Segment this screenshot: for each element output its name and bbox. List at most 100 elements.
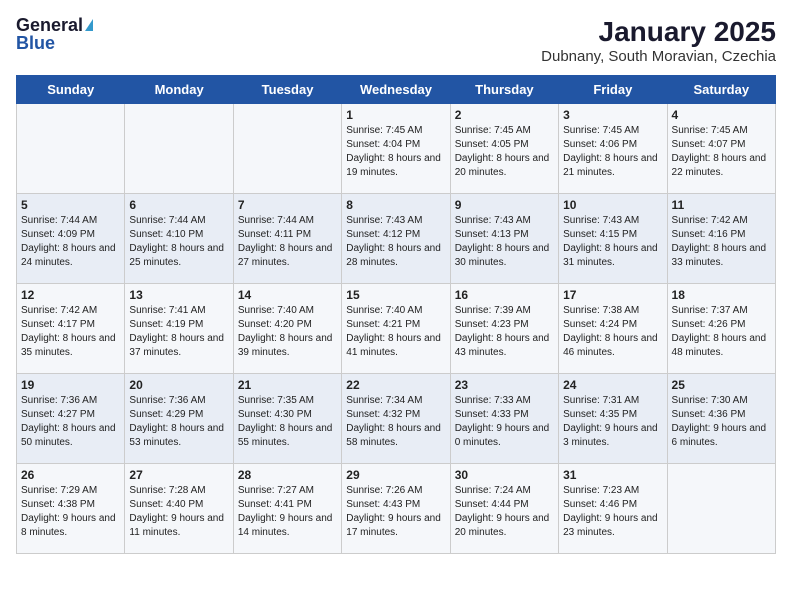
day-header-wednesday: Wednesday xyxy=(342,76,450,104)
calendar-cell: 14 Sunrise: 7:40 AMSunset: 4:20 PMDayligh… xyxy=(233,284,341,374)
calendar-cell xyxy=(125,104,233,194)
day-number: 2 xyxy=(455,108,554,122)
logo-general-text: General xyxy=(16,16,83,34)
day-number: 16 xyxy=(455,288,554,302)
day-number: 12 xyxy=(21,288,120,302)
calendar-cell: 29Sunrise: 7:26 AMSunset: 4:43 PMDayligh… xyxy=(342,464,450,554)
week-row-1: 1 Sunrise: 7:45 AMSunset: 4:04 PMDaylight… xyxy=(17,104,776,194)
calendar-cell: 16 Sunrise: 7:39 AMSunset: 4:23 PMDayligh… xyxy=(450,284,558,374)
day-header-thursday: Thursday xyxy=(450,76,558,104)
day-info: Sunrise: 7:42 AMSunset: 4:17 PMDaylight:… xyxy=(21,304,120,360)
week-row-3: 12 Sunrise: 7:42 AMSunset: 4:17 PMDayligh… xyxy=(17,284,776,374)
day-number: 22 xyxy=(346,378,445,392)
day-number: 10 xyxy=(563,198,662,212)
day-info: Sunrise: 7:43 AMSunset: 4:12 PMDaylight:… xyxy=(346,214,445,270)
day-info: Sunrise: 7:34 AMSunset: 4:32 PMDaylight:… xyxy=(346,394,445,450)
page-header: General Blue January 2025 Dubnany, South… xyxy=(16,16,776,65)
day-info: Sunrise: 7:39 AMSunset: 4:23 PMDaylight:… xyxy=(455,304,554,360)
day-number: 19 xyxy=(21,378,120,392)
day-info: Sunrise: 7:38 AMSunset: 4:24 PMDaylight:… xyxy=(563,304,662,360)
logo: General Blue xyxy=(16,16,93,52)
day-number: 26 xyxy=(21,468,120,482)
day-info: Sunrise: 7:40 AMSunset: 4:21 PMDaylight:… xyxy=(346,304,445,360)
calendar-cell: 27 Sunrise: 7:28 AMSunset: 4:40 PMDayligh… xyxy=(125,464,233,554)
day-info: Sunrise: 7:29 AMSunset: 4:38 PMDaylight:… xyxy=(21,484,120,540)
calendar-cell: 18Sunrise: 7:37 AMSunset: 4:26 PMDayligh… xyxy=(667,284,775,374)
day-header-sunday: Sunday xyxy=(17,76,125,104)
day-info: Sunrise: 7:36 AMSunset: 4:29 PMDaylight:… xyxy=(129,394,228,450)
calendar-cell: 30Sunrise: 7:24 AMSunset: 4:44 PMDayligh… xyxy=(450,464,558,554)
day-number: 27 xyxy=(129,468,228,482)
calendar-cell: 19Sunrise: 7:36 AMSunset: 4:27 PMDayligh… xyxy=(17,374,125,464)
calendar-cell: 8 Sunrise: 7:43 AMSunset: 4:12 PMDaylight… xyxy=(342,194,450,284)
calendar-cell xyxy=(667,464,775,554)
calendar-cell: 12 Sunrise: 7:42 AMSunset: 4:17 PMDayligh… xyxy=(17,284,125,374)
logo-blue-text: Blue xyxy=(16,34,93,52)
day-number: 5 xyxy=(21,198,120,212)
day-info: Sunrise: 7:23 AMSunset: 4:46 PMDaylight:… xyxy=(563,484,662,540)
day-info: Sunrise: 7:30 AMSunset: 4:36 PMDaylight:… xyxy=(672,394,771,450)
day-number: 1 xyxy=(346,108,445,122)
day-info: Sunrise: 7:45 AMSunset: 4:04 PMDaylight:… xyxy=(346,124,445,180)
calendar-cell: 21Sunrise: 7:35 AMSunset: 4:30 PMDayligh… xyxy=(233,374,341,464)
calendar-cell: 9 Sunrise: 7:43 AMSunset: 4:13 PMDaylight… xyxy=(450,194,558,284)
calendar-cell: 1 Sunrise: 7:45 AMSunset: 4:04 PMDaylight… xyxy=(342,104,450,194)
day-info: Sunrise: 7:24 AMSunset: 4:44 PMDaylight:… xyxy=(455,484,554,540)
day-info: Sunrise: 7:45 AMSunset: 4:07 PMDaylight:… xyxy=(672,124,771,180)
day-info: Sunrise: 7:33 AMSunset: 4:33 PMDaylight:… xyxy=(455,394,554,450)
day-number: 15 xyxy=(346,288,445,302)
calendar-cell: 23 Sunrise: 7:33 AMSunset: 4:33 PMDayligh… xyxy=(450,374,558,464)
day-info: Sunrise: 7:43 AMSunset: 4:13 PMDaylight:… xyxy=(455,214,554,270)
calendar-cell: 7Sunrise: 7:44 AMSunset: 4:11 PMDaylight… xyxy=(233,194,341,284)
day-number: 3 xyxy=(563,108,662,122)
day-info: Sunrise: 7:28 AMSunset: 4:40 PMDaylight:… xyxy=(129,484,228,540)
day-number: 28 xyxy=(238,468,337,482)
day-number: 29 xyxy=(346,468,445,482)
week-row-2: 5 Sunrise: 7:44 AMSunset: 4:09 PMDaylight… xyxy=(17,194,776,284)
day-number: 13 xyxy=(129,288,228,302)
day-number: 11 xyxy=(672,198,771,212)
day-number: 8 xyxy=(346,198,445,212)
day-number: 4 xyxy=(672,108,771,122)
logo-icon xyxy=(85,19,93,31)
calendar-cell: 5 Sunrise: 7:44 AMSunset: 4:09 PMDaylight… xyxy=(17,194,125,284)
day-number: 25 xyxy=(672,378,771,392)
day-info: Sunrise: 7:31 AMSunset: 4:35 PMDaylight:… xyxy=(563,394,662,450)
calendar-cell: 24 Sunrise: 7:31 AMSunset: 4:35 PMDayligh… xyxy=(559,374,667,464)
day-number: 23 xyxy=(455,378,554,392)
day-number: 20 xyxy=(129,378,228,392)
day-info: Sunrise: 7:41 AMSunset: 4:19 PMDaylight:… xyxy=(129,304,228,360)
calendar-cell: 10 Sunrise: 7:43 AMSunset: 4:15 PMDayligh… xyxy=(559,194,667,284)
day-number: 9 xyxy=(455,198,554,212)
day-info: Sunrise: 7:40 AMSunset: 4:20 PMDaylight:… xyxy=(238,304,337,360)
calendar-cell: 31 Sunrise: 7:23 AMSunset: 4:46 PMDayligh… xyxy=(559,464,667,554)
day-info: Sunrise: 7:44 AMSunset: 4:09 PMDaylight:… xyxy=(21,214,120,270)
calendar-cell xyxy=(233,104,341,194)
day-info: Sunrise: 7:42 AMSunset: 4:16 PMDaylight:… xyxy=(672,214,771,270)
day-info: Sunrise: 7:27 AMSunset: 4:41 PMDaylight:… xyxy=(238,484,337,540)
week-row-4: 19Sunrise: 7:36 AMSunset: 4:27 PMDayligh… xyxy=(17,374,776,464)
page-subtitle: Dubnany, South Moravian, Czechia xyxy=(541,48,776,65)
calendar-cell: 26 Sunrise: 7:29 AMSunset: 4:38 PMDayligh… xyxy=(17,464,125,554)
calendar-cell: 3 Sunrise: 7:45 AMSunset: 4:06 PMDaylight… xyxy=(559,104,667,194)
page-title: January 2025 xyxy=(541,16,776,48)
day-number: 24 xyxy=(563,378,662,392)
day-info: Sunrise: 7:37 AMSunset: 4:26 PMDaylight:… xyxy=(672,304,771,360)
day-info: Sunrise: 7:44 AMSunset: 4:11 PMDaylight:… xyxy=(238,214,337,270)
day-number: 6 xyxy=(129,198,228,212)
calendar-cell: 17Sunrise: 7:38 AMSunset: 4:24 PMDayligh… xyxy=(559,284,667,374)
week-row-5: 26 Sunrise: 7:29 AMSunset: 4:38 PMDayligh… xyxy=(17,464,776,554)
day-info: Sunrise: 7:45 AMSunset: 4:05 PMDaylight:… xyxy=(455,124,554,180)
title-block: January 2025 Dubnany, South Moravian, Cz… xyxy=(541,16,776,65)
day-info: Sunrise: 7:43 AMSunset: 4:15 PMDaylight:… xyxy=(563,214,662,270)
calendar-cell: 25 Sunrise: 7:30 AMSunset: 4:36 PMDayligh… xyxy=(667,374,775,464)
days-header-row: SundayMondayTuesdayWednesdayThursdayFrid… xyxy=(17,76,776,104)
day-info: Sunrise: 7:35 AMSunset: 4:30 PMDaylight:… xyxy=(238,394,337,450)
day-info: Sunrise: 7:45 AMSunset: 4:06 PMDaylight:… xyxy=(563,124,662,180)
day-number: 31 xyxy=(563,468,662,482)
calendar-cell: 20 Sunrise: 7:36 AMSunset: 4:29 PMDayligh… xyxy=(125,374,233,464)
day-number: 14 xyxy=(238,288,337,302)
day-header-monday: Monday xyxy=(125,76,233,104)
day-header-tuesday: Tuesday xyxy=(233,76,341,104)
calendar-cell: 11 Sunrise: 7:42 AMSunset: 4:16 PMDayligh… xyxy=(667,194,775,284)
